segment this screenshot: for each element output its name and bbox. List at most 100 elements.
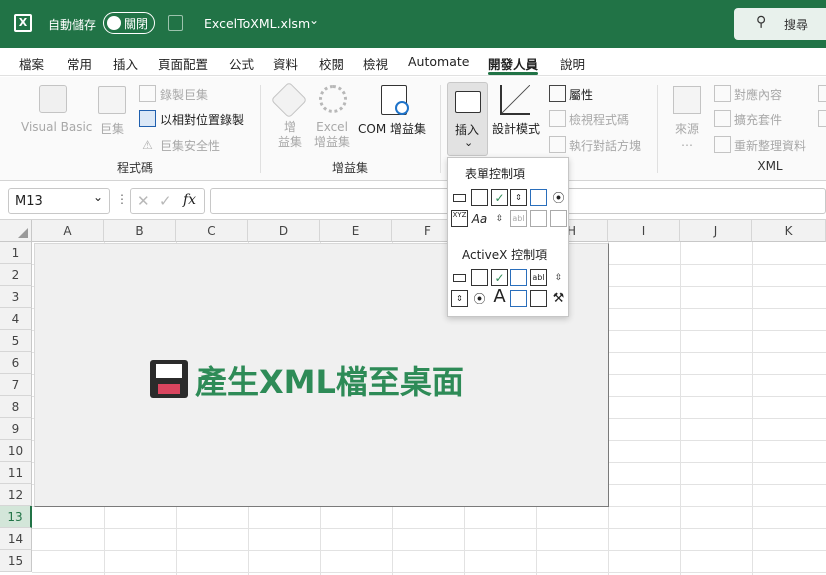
excel-addins-button[interactable]: Excel 增益集 bbox=[314, 120, 350, 150]
column-header[interactable]: K bbox=[752, 220, 826, 242]
column-header[interactable]: E bbox=[320, 220, 392, 242]
autosave-toggle[interactable]: 關閉 bbox=[103, 12, 155, 34]
row-header[interactable]: 4 bbox=[0, 308, 32, 330]
view-code-button[interactable]: 檢視程式碼 bbox=[569, 111, 629, 128]
row-header[interactable]: 7 bbox=[0, 374, 32, 396]
menu-insert[interactable]: 插入 bbox=[113, 54, 138, 73]
button-control-icon[interactable] bbox=[451, 189, 468, 206]
relative-reference-button[interactable]: 以相對位置錄製 bbox=[160, 111, 244, 128]
check-icon[interactable]: ✓ bbox=[159, 192, 172, 210]
scroll-bar-icon[interactable]: ⇳ bbox=[491, 210, 508, 227]
design-mode-icon bbox=[500, 85, 530, 115]
cancel-icon[interactable]: ✕ bbox=[137, 192, 150, 210]
label-control-icon[interactable]: Aa bbox=[471, 210, 488, 227]
relative-reference-icon bbox=[139, 110, 156, 127]
active-tab-underline bbox=[488, 72, 538, 75]
menu-formulas[interactable]: 公式 bbox=[229, 54, 254, 73]
activex-image-icon[interactable] bbox=[510, 290, 527, 307]
map-properties-button[interactable]: 對應內容 bbox=[734, 86, 782, 103]
more-options-icon[interactable]: ⋮ bbox=[116, 192, 128, 206]
menu-file[interactable]: 檔案 bbox=[19, 54, 44, 73]
row-header[interactable]: 5 bbox=[0, 330, 32, 352]
macro-security-button[interactable]: 巨集安全性 bbox=[160, 137, 220, 154]
activex-scroll-bar-icon[interactable]: ⇳ bbox=[550, 269, 567, 286]
expansion-packs-button[interactable]: 擴充套件 bbox=[734, 111, 782, 128]
row-header[interactable]: 3 bbox=[0, 286, 32, 308]
column-header[interactable]: I bbox=[608, 220, 680, 242]
menu-home[interactable]: 常用 bbox=[67, 54, 92, 73]
group-separator bbox=[440, 85, 441, 173]
row-header-selected[interactable]: 13 bbox=[0, 506, 32, 528]
column-header[interactable]: C bbox=[176, 220, 248, 242]
gridline bbox=[32, 550, 826, 551]
activex-label-icon[interactable]: A bbox=[491, 286, 508, 307]
run-dialog-button[interactable]: 執行對話方塊 bbox=[569, 137, 641, 154]
menu-view[interactable]: 檢視 bbox=[363, 54, 388, 73]
row-header[interactable]: 12 bbox=[0, 484, 32, 506]
activex-list-box-icon[interactable] bbox=[510, 269, 527, 286]
file-name[interactable]: ExcelToXML.xlsm bbox=[204, 16, 310, 31]
search-box[interactable]: ⚲ 搜尋 bbox=[734, 8, 826, 40]
title-bar: X 自動儲存 關閉 ExcelToXML.xlsm ⌄ ⚲ 搜尋 bbox=[0, 0, 826, 48]
refresh-data-button[interactable]: 重新整理資料 bbox=[734, 137, 806, 154]
activex-checkbox-icon[interactable]: ✓ bbox=[491, 269, 508, 286]
xml-group-label: XML bbox=[757, 159, 783, 173]
row-header[interactable]: 14 bbox=[0, 528, 32, 550]
menu-automate[interactable]: Automate bbox=[408, 54, 469, 69]
insert-function-icon[interactable]: fx bbox=[183, 192, 196, 208]
toolbox-icon bbox=[455, 91, 481, 113]
save-icon[interactable] bbox=[168, 15, 183, 31]
activex-spin-button-icon[interactable]: ⇕ bbox=[451, 290, 468, 307]
column-header[interactable]: B bbox=[104, 220, 176, 242]
run-dialog-icon bbox=[549, 136, 566, 153]
activex-combo-box-icon[interactable] bbox=[471, 269, 488, 286]
record-macro-button[interactable]: 錄製巨集 bbox=[160, 86, 208, 103]
spin-button-icon[interactable]: ⇕ bbox=[510, 189, 527, 206]
list-box-icon[interactable] bbox=[530, 189, 547, 206]
row-header[interactable]: 9 bbox=[0, 418, 32, 440]
activex-option-button-icon[interactable]: ⦿ bbox=[471, 290, 488, 307]
name-box[interactable]: M13 ⌄ bbox=[8, 188, 110, 214]
menu-developer[interactable]: 開發人員 bbox=[488, 54, 538, 73]
activex-text-box-icon[interactable]: abl bbox=[530, 269, 547, 286]
row-header[interactable]: 6 bbox=[0, 352, 32, 374]
row-header[interactable]: 2 bbox=[0, 264, 32, 286]
combo-drop-edit-icon[interactable] bbox=[550, 210, 567, 227]
visual-basic-button[interactable]: Visual Basic bbox=[21, 120, 92, 134]
checkbox-icon[interactable]: ✓ bbox=[491, 189, 508, 206]
addins-button[interactable]: 增 益集 bbox=[278, 120, 302, 150]
column-header[interactable]: J bbox=[680, 220, 752, 242]
combo-box-icon[interactable] bbox=[471, 189, 488, 206]
activex-button-icon[interactable] bbox=[451, 269, 468, 286]
menu-help[interactable]: 說明 bbox=[560, 54, 585, 73]
row-header[interactable]: 10 bbox=[0, 440, 32, 462]
row-header[interactable]: 11 bbox=[0, 462, 32, 484]
chevron-down-icon[interactable]: ⌄ bbox=[93, 190, 103, 204]
row-header[interactable]: 8 bbox=[0, 396, 32, 418]
activex-toggle-button-icon[interactable] bbox=[530, 290, 547, 307]
gridline bbox=[32, 572, 826, 573]
gridline bbox=[752, 242, 753, 575]
form-controls-title: 表單控制項 bbox=[465, 167, 526, 181]
group-box-icon[interactable]: XYZ bbox=[451, 210, 468, 227]
row-header[interactable]: 1 bbox=[0, 242, 32, 264]
menu-data[interactable]: 資料 bbox=[273, 54, 298, 73]
option-button-icon[interactable]: ⦿ bbox=[550, 189, 567, 206]
combo-list-edit-icon[interactable] bbox=[530, 210, 547, 227]
macros-button[interactable]: 巨集 bbox=[100, 120, 124, 137]
more-controls-icon[interactable]: ⚒ bbox=[550, 290, 567, 307]
row-header[interactable]: 15 bbox=[0, 550, 32, 572]
insert-control-button[interactable]: 插入 ⌄ bbox=[447, 82, 488, 156]
activex-controls-title: ActiveX 控制項 bbox=[462, 248, 548, 262]
design-mode-button[interactable]: 設計模式 bbox=[492, 120, 540, 137]
formula-bar: M13 ⌄ ⋮ ✕ ✓ fx bbox=[0, 182, 826, 220]
group-separator bbox=[260, 85, 261, 173]
com-addins-button[interactable]: COM 增益集 bbox=[358, 120, 426, 137]
column-header[interactable]: A bbox=[32, 220, 104, 242]
properties-button[interactable]: 屬性 bbox=[569, 86, 593, 103]
column-header[interactable]: D bbox=[248, 220, 320, 242]
chevron-down-icon[interactable]: ⌄ bbox=[309, 13, 319, 27]
menu-page-layout[interactable]: 頁面配置 bbox=[158, 54, 208, 73]
text-field-icon[interactable]: abl bbox=[510, 210, 527, 227]
menu-review[interactable]: 校閱 bbox=[319, 54, 344, 73]
